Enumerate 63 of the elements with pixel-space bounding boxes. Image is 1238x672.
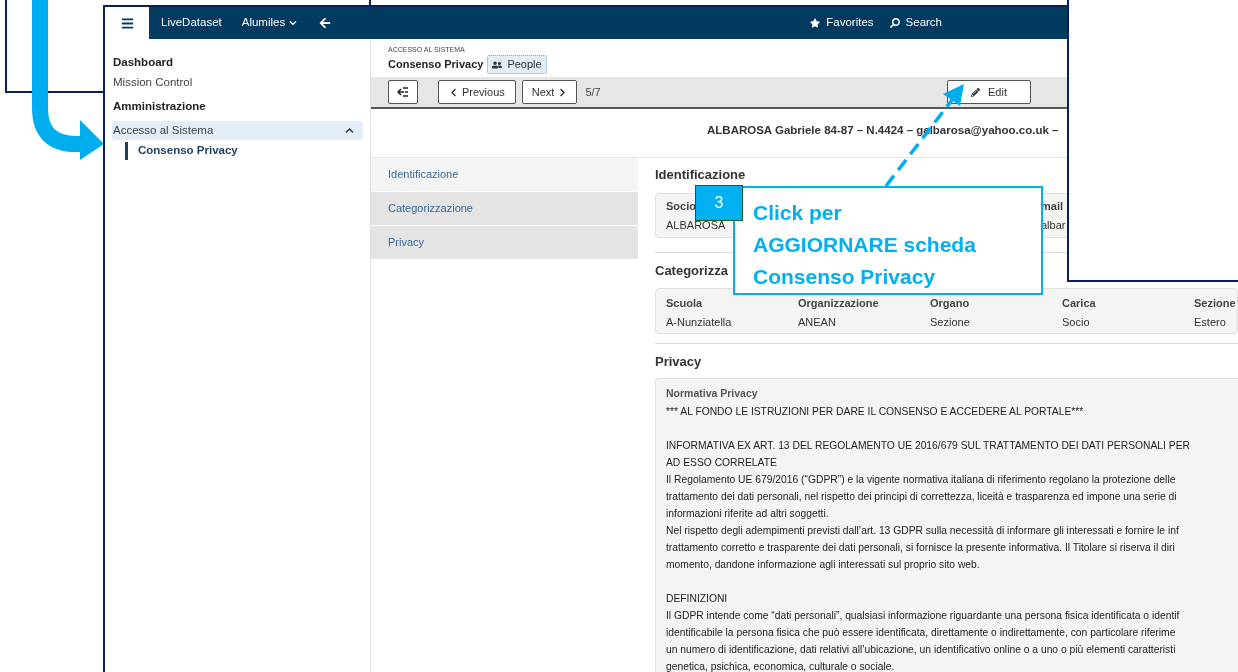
field-label: Organizzazione [798, 295, 879, 311]
pencil-icon [971, 87, 980, 97]
menu-button[interactable] [105, 7, 149, 39]
note-text-line: identificabile la persona fisica che può essere identificata, direttamente o indirettamente, con particolare riferime [666, 626, 1176, 640]
note-text-line: genetica, psichica, economica, culturale o sociale. [666, 660, 895, 672]
sidebar-subitem[interactable]: Consenso Privacy [125, 142, 363, 160]
note-text-line: Nel rispetto degli adempimenti previsti dall’art. 13 GDPR sulla necessità di informare gli interessati e fornire le inf [666, 524, 1179, 538]
sidebar-group[interactable]: Accesso al Sistema [112, 121, 363, 140]
field-value: ANEAN [798, 315, 836, 330]
sidebar-item[interactable]: Mission Control [112, 73, 363, 93]
section-heading: Categorizza [655, 262, 728, 281]
star-icon [810, 18, 821, 28]
step-badge-tooltip: 3 [695, 185, 743, 221]
callout-text: Click per [753, 200, 843, 226]
dataset-menu[interactable]: Alumiles [241, 14, 298, 32]
chevron-right-icon [558, 87, 568, 97]
back-arrow-icon[interactable] [319, 17, 332, 29]
field-value: Socio [1062, 315, 1090, 330]
field-label: Organo [930, 295, 970, 311]
section-heading: Privacy [655, 353, 702, 372]
chevron-down-icon [289, 19, 298, 27]
chevron-left-icon [449, 87, 458, 97]
note-text-line: momento, dandone informazione agli interessati sul proprio sito web. [666, 558, 980, 572]
note-text-line: trattamento dei dati personali, nel rispetto dei principi di correttezza, liceità e trasparenza ed impone una serie di [666, 490, 1177, 504]
next-button[interactable]: Next [521, 80, 578, 104]
note-title: Normativa Privacy [666, 386, 759, 401]
search-link[interactable]: Search [889, 14, 942, 32]
note-text-line: INFORMATIVA EX ART. 13 DEL REGOLAMENTO UE 2016/679 SUL TRATTAMENTO DEI DATI PERSONALI PER [666, 439, 1190, 453]
field-label: Socio [666, 198, 696, 214]
field-label: Sezione [1194, 295, 1236, 311]
field-value: Sezione [930, 315, 970, 330]
field-value: A-Nunziatella [666, 315, 732, 330]
field-label: Scuola [666, 295, 703, 311]
page-title: Consenso Privacy [388, 57, 484, 73]
record-counter: 5/7 [585, 84, 601, 100]
field-label: Carica [1062, 295, 1096, 311]
brand-link[interactable]: LiveDataset [161, 14, 222, 32]
note-text-line: *** AL FONDO LE ISTRUZIONI PER DARE IL CONSENSO E ACCEDERE AL PORTALE*** [666, 405, 1084, 419]
section-tab[interactable]: Privacy [371, 226, 638, 259]
menu-icon [120, 16, 134, 30]
collapse-button[interactable] [388, 80, 418, 104]
note-text-line: Il GDPR intende come “dati personali”, qualsiasi informazione riguardante una persona fisica identificata o identif [666, 609, 1180, 623]
callout-text: Consenso Privacy [753, 264, 937, 290]
note-text-line: Il Regolamento UE 679/2016 (“GDPR”) e la vigente normativa italiana di riferimento regolano la protezione delle [666, 473, 1176, 487]
note-text-line: informazioni riferite ad altri soggetti. [666, 507, 829, 521]
previous-button[interactable]: Previous [438, 80, 516, 104]
field-value: ALBAROSA [666, 218, 726, 233]
note-text-line: DEFINIZIONI [666, 592, 728, 606]
callout-text: AGGIORNARE scheda [753, 232, 977, 258]
search-icon [889, 18, 900, 28]
sidebar-heading: Amministrazione [112, 99, 207, 115]
people-tag[interactable]: People [487, 55, 547, 74]
collapse-icon [397, 87, 409, 97]
section-tab[interactable]: Identificazione [371, 158, 638, 191]
note-text-line: AD ESSO CORRELATE [666, 456, 777, 470]
people-icon [492, 59, 503, 70]
favorites-link[interactable]: Favorites [810, 14, 874, 32]
section-heading: Identificazione [655, 166, 746, 185]
note-text-line: un numero di identificazione, dati relativi all’ubicazione, un identificativo online o a uno o più elementi caratteristi [666, 643, 1176, 657]
note-text-line: trattamento corretto e trasparente dei dati personali, si fornisce la presente informativa. Il Titolare si riserva il diri [666, 541, 1175, 555]
section-tab[interactable]: Categorizzazione [371, 192, 638, 225]
sidebar-heading: Dashboard [112, 55, 175, 71]
field-value: Estero [1194, 315, 1226, 330]
